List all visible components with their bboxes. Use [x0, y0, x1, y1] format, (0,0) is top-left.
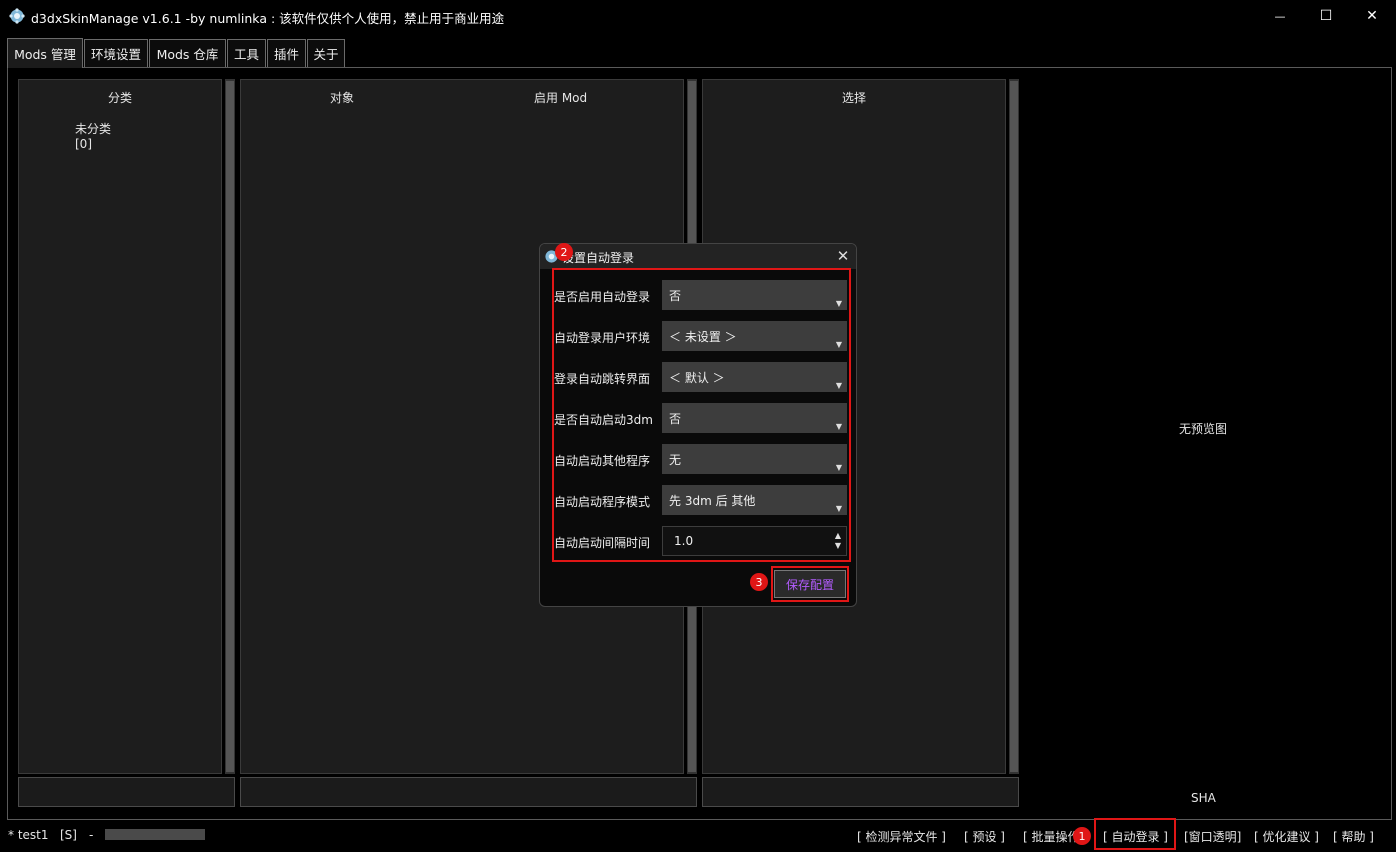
status-flag: [S] [60, 828, 77, 842]
close-icon: ✕ [1366, 8, 1378, 24]
status-env: * test1 [8, 828, 49, 842]
scrollbar-thumb[interactable] [226, 81, 234, 772]
maximize-icon: ☐ [1319, 8, 1333, 24]
close-icon: ✕ [836, 247, 850, 265]
suggestion-link[interactable]: [ 优化建议 ] [1254, 828, 1319, 845]
annotation-box-1 [1094, 818, 1176, 850]
window-transparency-link[interactable]: [窗口透明] [1184, 828, 1241, 845]
select-header: 选择 [842, 91, 867, 105]
annotation-box-3 [771, 566, 849, 602]
tab-mods-warehouse[interactable]: Mods 仓库 [149, 39, 226, 67]
app-icon [9, 8, 25, 24]
category-panel [18, 79, 222, 774]
object-header: 对象 [330, 91, 355, 105]
auto-login-dialog: 设置自动登录 ✕ 是否启用自动登录 否 ▼ 自动登录用户环境 ＜ 未设置 ＞ ▼… [539, 243, 857, 607]
detect-abnormal-link[interactable]: [ 检测异常文件 ] [857, 828, 946, 845]
tab-about[interactable]: 关于 [307, 39, 345, 67]
object-footer-box [240, 777, 697, 807]
category-item[interactable]: 未分类 [0] [75, 120, 111, 151]
category-scrollbar[interactable] [225, 79, 235, 774]
help-link[interactable]: [ 帮助 ] [1333, 828, 1374, 845]
select-scrollbar[interactable] [1009, 79, 1019, 774]
tab-mods-manage[interactable]: Mods 管理 [7, 38, 83, 68]
tab-env-settings[interactable]: 环境设置 [84, 39, 148, 67]
dialog-close-button[interactable]: ✕ [834, 247, 852, 265]
window-title: d3dxSkinManage v1.6.1 -by numlinka : 该软件… [31, 11, 505, 26]
select-footer-box [702, 777, 1019, 807]
minimize-button[interactable]: — [1257, 0, 1303, 32]
no-preview-text: 无预览图 [1179, 422, 1228, 436]
sha-label: SHA [1191, 791, 1216, 805]
annotation-marker-2: 2 [555, 243, 573, 261]
tab-tools[interactable]: 工具 [227, 39, 266, 67]
batch-operation-link[interactable]: [ 批量操作 [1023, 828, 1080, 845]
close-button[interactable]: ✕ [1349, 0, 1395, 32]
category-item-count: [0] [75, 137, 92, 151]
scrollbar-thumb[interactable] [1010, 81, 1018, 772]
annotation-box-2 [552, 268, 851, 562]
category-header: 分类 [108, 91, 133, 105]
annotation-marker-3: 3 [750, 573, 768, 591]
category-footer-box [18, 777, 235, 807]
enabled-mod-header: 启用 Mod [534, 91, 588, 105]
maximize-button[interactable]: ☐ [1303, 0, 1349, 32]
minimize-icon: — [1274, 9, 1286, 23]
annotation-marker-1: 1 [1073, 827, 1091, 845]
status-dash: - [89, 828, 94, 842]
tab-plugins[interactable]: 插件 [267, 39, 306, 67]
category-item-name: 未分类 [75, 122, 112, 136]
status-progress-bar [105, 829, 205, 840]
preset-link[interactable]: [ 预设 ] [964, 828, 1005, 845]
